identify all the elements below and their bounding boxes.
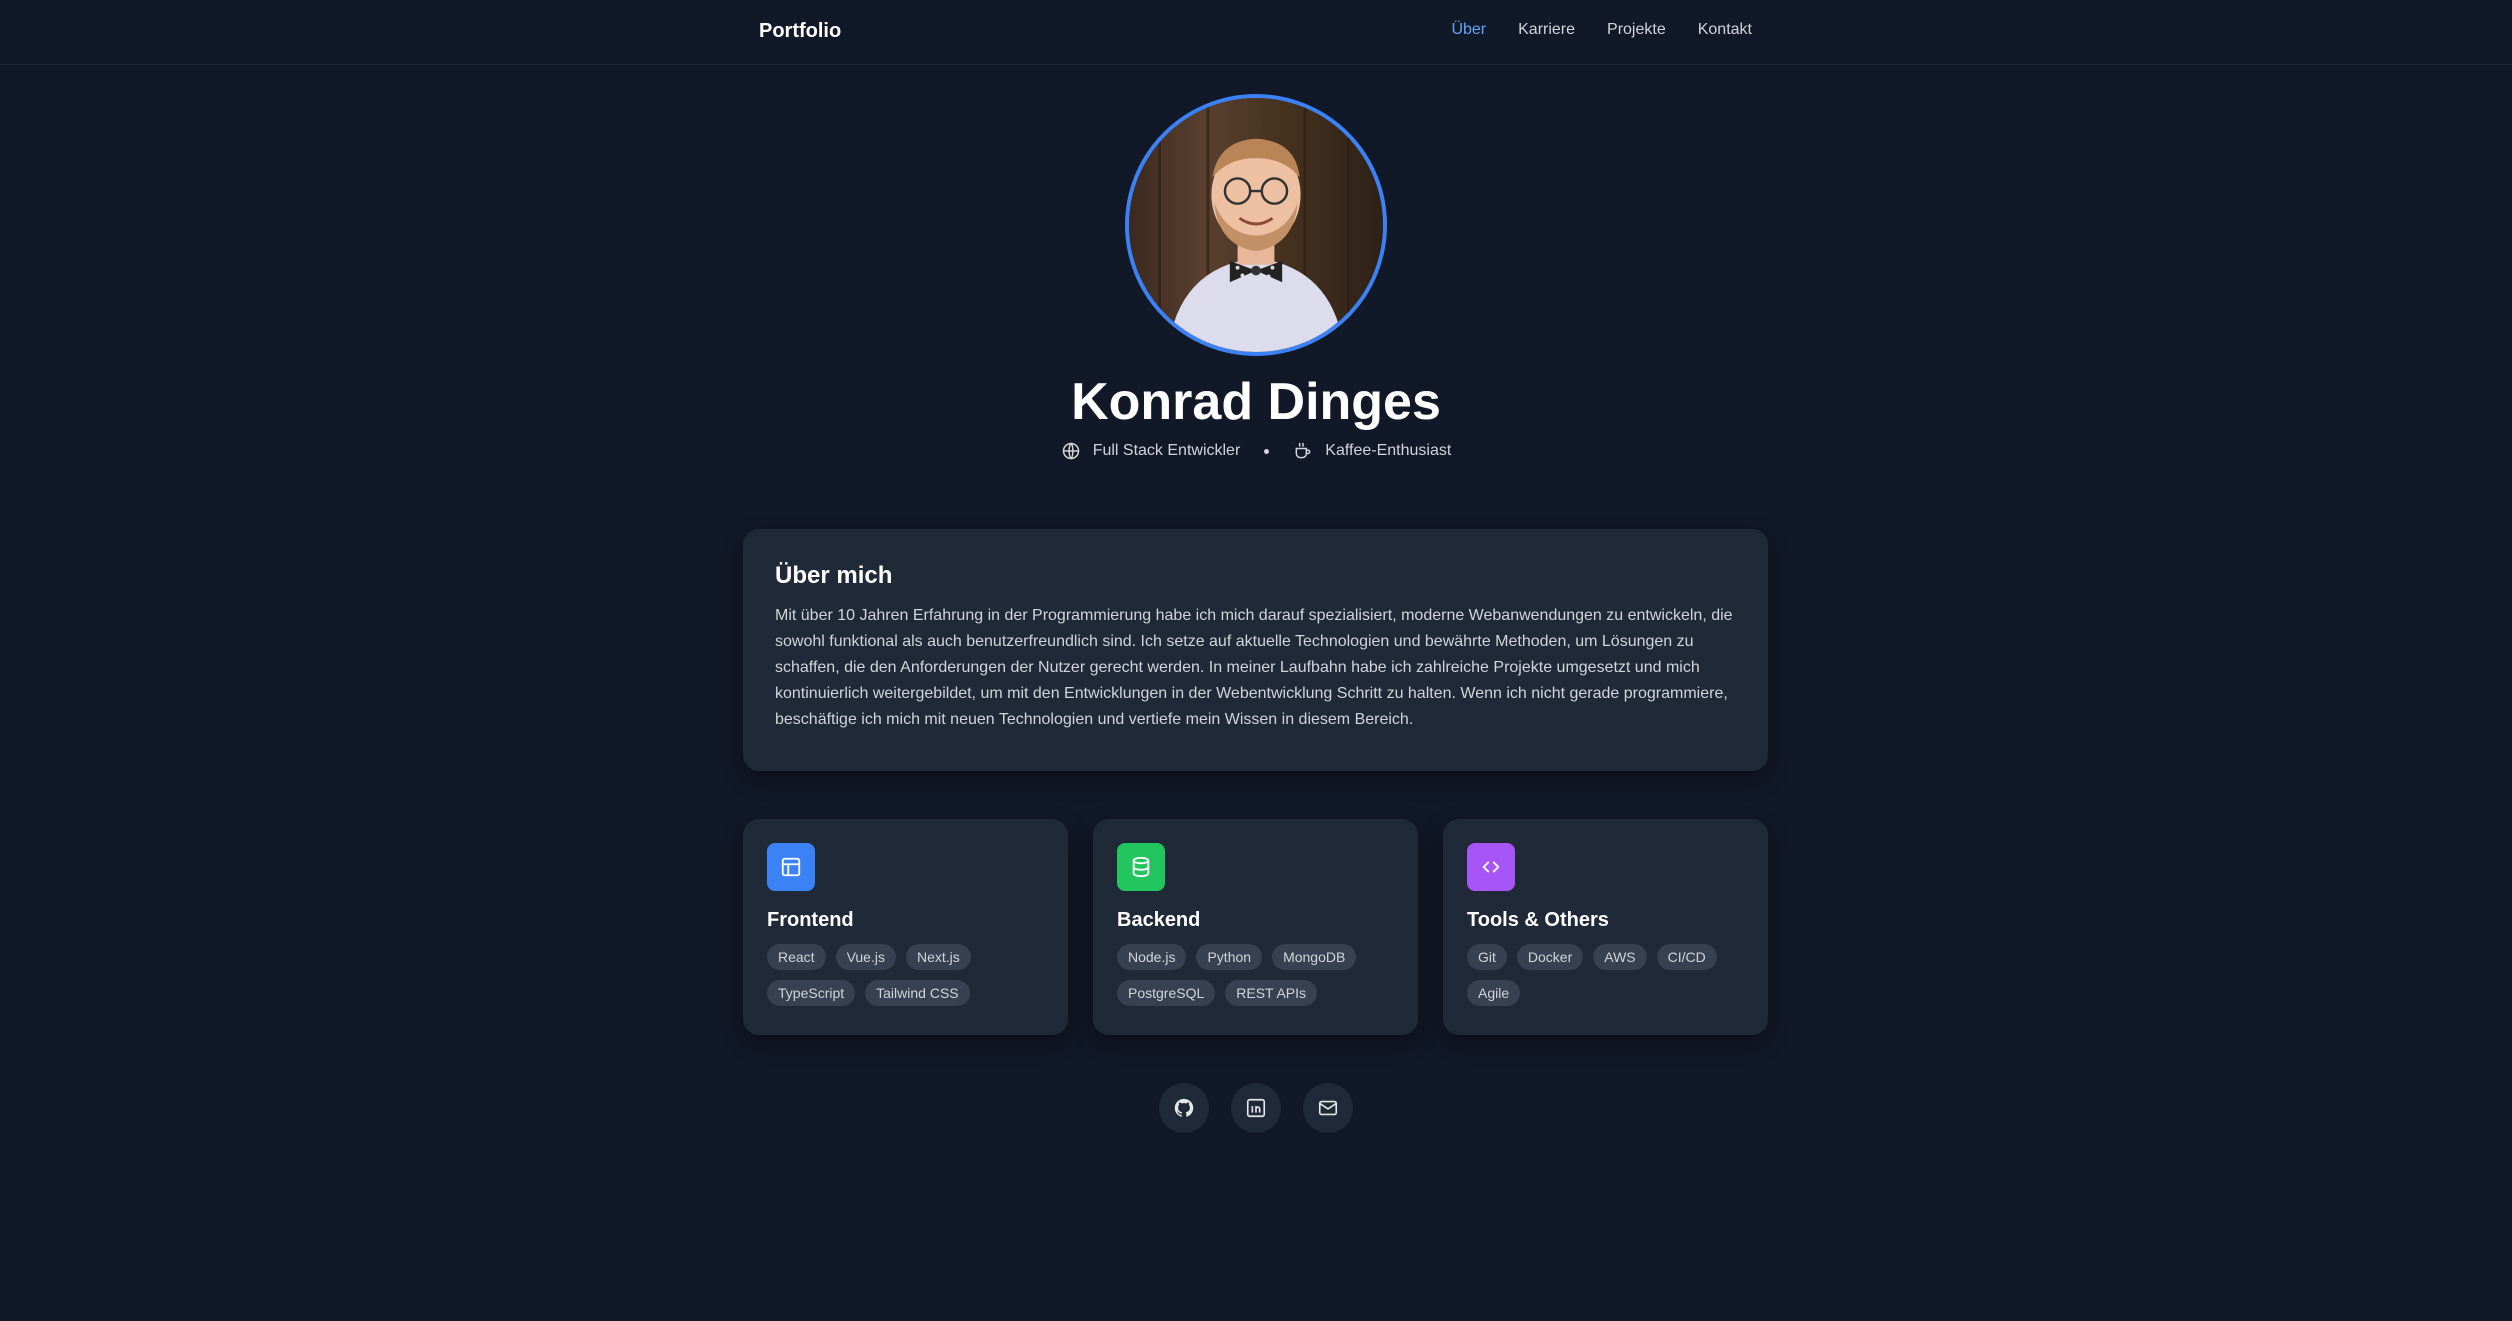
about-text: Mit über 10 Jahren Erfahrung in der Prog… <box>775 607 1733 728</box>
skill-tags: Git Docker AWS CI/CD Agile <box>1467 944 1744 1006</box>
role-item: Full Stack Entwickler <box>1061 441 1241 461</box>
skill-tag: Tailwind CSS <box>865 980 970 1006</box>
github-icon <box>1174 1098 1194 1117</box>
code-icon <box>1467 843 1515 891</box>
skill-tag: REST APIs <box>1225 980 1318 1006</box>
database-icon <box>1117 843 1165 891</box>
skill-tag: React <box>767 944 826 970</box>
social-links <box>0 1083 2512 1133</box>
avatar-portrait <box>1129 98 1383 352</box>
role-text: Full Stack Entwickler <box>1092 442 1241 459</box>
hobby-text: Kaffee-Enthusiast <box>1325 442 1452 459</box>
skill-tag: CI/CD <box>1656 944 1717 970</box>
skill-title: Tools & Others <box>1467 909 1609 931</box>
skill-card-backend: Backend Node.js Python MongoDB PostgreSQ… <box>1093 819 1418 1035</box>
skill-tag: PostgreSQL <box>1117 980 1216 1006</box>
skill-tag: Vue.js <box>835 944 896 970</box>
skill-tag: TypeScript <box>767 980 856 1006</box>
globe-icon <box>1061 441 1081 461</box>
skill-tag: Next.js <box>905 944 971 970</box>
nav-link-projekte[interactable]: Projekte <box>1607 21 1666 39</box>
linkedin-icon <box>1246 1098 1266 1118</box>
profile-name: Konrad Dinges <box>1071 373 1441 431</box>
nav-link-karriere[interactable]: Karriere <box>1518 21 1575 39</box>
skill-card-tools: Tools & Others Git Docker AWS CI/CD Agil… <box>1443 819 1768 1035</box>
separator-dot <box>1264 448 1270 454</box>
nav-link-ueber[interactable]: Über <box>1451 21 1486 39</box>
mail-icon <box>1318 1100 1338 1116</box>
skill-card-frontend: Frontend React Vue.js Next.js TypeScript… <box>743 819 1068 1035</box>
mail-link[interactable] <box>1303 1083 1353 1133</box>
nav-link-kontakt[interactable]: Kontakt <box>1698 21 1752 39</box>
coffee-icon <box>1293 441 1313 461</box>
navbar: Portfolio Über Karriere Projekte Kontakt <box>0 0 2512 65</box>
skill-tags: React Vue.js Next.js TypeScript Tailwind… <box>767 944 1044 1006</box>
profile-avatar <box>1125 94 1387 356</box>
skill-tag: Node.js <box>1117 944 1187 970</box>
about-card: Über mich Mit über 10 Jahren Erfahrung i… <box>743 529 1768 771</box>
skill-tag: Agile <box>1467 980 1521 1006</box>
skill-tag: Docker <box>1516 944 1584 970</box>
skill-tag: MongoDB <box>1272 944 1357 970</box>
github-link[interactable] <box>1159 1083 1209 1133</box>
hobby-item: Kaffee-Enthusiast <box>1293 441 1451 461</box>
skill-tag: Python <box>1196 944 1263 970</box>
about-title: Über mich <box>775 562 893 589</box>
skill-tag: Git <box>1467 944 1507 970</box>
layout-icon <box>767 843 815 891</box>
linkedin-link[interactable] <box>1231 1083 1281 1133</box>
skill-tags: Node.js Python MongoDB PostgreSQL REST A… <box>1117 944 1394 1006</box>
skill-title: Frontend <box>767 909 854 931</box>
profile-subline: Full Stack Entwickler Kaffee-Enthusiast <box>0 441 2512 461</box>
skill-tag: AWS <box>1593 944 1647 970</box>
skill-title: Backend <box>1117 909 1201 931</box>
nav-links: Über Karriere Projekte Kontakt <box>1451 21 1752 39</box>
brand-logo[interactable]: Portfolio <box>759 20 841 43</box>
